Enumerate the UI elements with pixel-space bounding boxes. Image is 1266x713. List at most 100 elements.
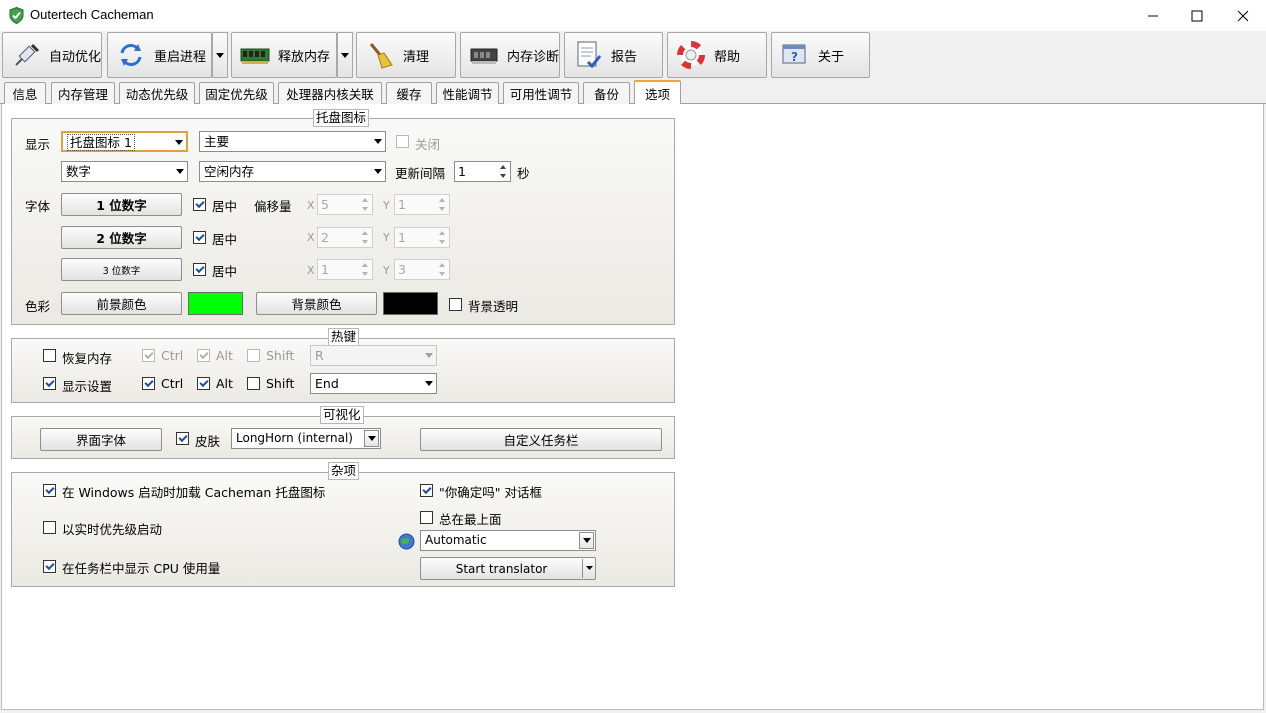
toolbar-button-label: 关于 <box>818 49 845 65</box>
close-button[interactable] <box>1220 0 1266 31</box>
restore-alt-checkbox[interactable] <box>197 349 210 362</box>
transparent-background-checkbox[interactable] <box>449 298 462 311</box>
restart-process-dropdown[interactable] <box>212 32 228 78</box>
spinner-arrows-icon[interactable] <box>436 261 448 278</box>
free-memory-dropdown[interactable] <box>337 32 353 78</box>
free-memory-button[interactable]: 释放内存 <box>231 32 337 78</box>
restore-key-value: R <box>315 348 324 363</box>
settings-shift-checkbox[interactable] <box>247 377 260 390</box>
seconds-unit-label: 秒 <box>517 166 530 181</box>
tab-fixed-priority[interactable]: 固定优先级 <box>199 82 274 104</box>
font-2-digit-button[interactable]: 2 位数字 <box>61 226 182 249</box>
tab-memory-management[interactable]: 内存管理 <box>51 82 115 104</box>
center-2-checkbox[interactable] <box>193 231 206 244</box>
help-button[interactable]: 帮助 <box>667 32 767 78</box>
skin-select[interactable]: LongHorn (internal) <box>231 428 381 449</box>
tray-icon-select[interactable]: 托盘图标 1 <box>61 131 188 152</box>
tab-backup[interactable]: 备份 <box>583 82 630 104</box>
skin-checkbox[interactable] <box>176 432 189 445</box>
tab-info[interactable]: 信息 <box>4 82 46 104</box>
center-1-checkbox[interactable] <box>193 198 206 211</box>
customize-taskbar-button[interactable]: 自定义任务栏 <box>420 428 662 451</box>
y-offset-3-spinner[interactable]: 3 <box>394 259 450 280</box>
x-offset-3-spinner[interactable]: 1 <box>317 259 373 280</box>
always-on-top-checkbox[interactable] <box>420 511 433 524</box>
language-select[interactable]: Automatic <box>420 530 596 551</box>
tab-cache[interactable]: 缓存 <box>386 82 432 104</box>
update-interval-spinner[interactable]: 1 <box>454 161 511 182</box>
start-translator-button[interactable]: Start translator <box>420 557 596 580</box>
chevron-down-icon <box>579 532 594 549</box>
check-icon <box>198 349 209 360</box>
offset-label: 偏移量 <box>254 199 292 214</box>
settings-alt-label: Alt <box>216 376 233 391</box>
y-offset-3-value: 3 <box>398 262 406 277</box>
svg-text:?: ? <box>791 50 798 64</box>
confirm-dialog-checkbox[interactable] <box>420 484 433 497</box>
foreground-color-button[interactable]: 前景颜色 <box>61 292 182 315</box>
restore-shift-checkbox[interactable] <box>247 349 260 362</box>
report-button[interactable]: 报告 <box>564 32 663 78</box>
auto-optimize-button[interactable]: 自动优化 <box>2 32 102 78</box>
settings-alt-checkbox[interactable] <box>197 377 210 390</box>
off-checkbox[interactable] <box>396 135 409 148</box>
display-type-select[interactable]: 数字 <box>61 161 188 182</box>
spinner-arrows-icon[interactable] <box>436 229 448 246</box>
check-icon <box>194 198 205 209</box>
y-offset-1-value: 1 <box>398 197 406 212</box>
settings-ctrl-checkbox[interactable] <box>142 377 155 390</box>
spinner-arrows-icon[interactable] <box>497 163 509 180</box>
color-label: 色彩 <box>25 299 51 314</box>
center-3-checkbox[interactable] <box>193 263 206 276</box>
font-3-digit-button[interactable]: 3 位数字 <box>61 258 182 281</box>
close-icon <box>1237 10 1249 21</box>
y-offset-2-spinner[interactable]: 1 <box>394 227 450 248</box>
ui-font-button[interactable]: 界面字体 <box>40 428 162 451</box>
tab-options[interactable]: 选项 <box>634 80 681 105</box>
maximize-button[interactable] <box>1174 0 1220 31</box>
start-translator-label: Start translator <box>455 561 548 576</box>
tab-usability-tweaks[interactable]: 可用性调节 <box>503 82 579 104</box>
language-select-value: Automatic <box>425 533 487 547</box>
background-color-swatch[interactable] <box>383 292 438 315</box>
spinner-arrows-icon[interactable] <box>359 261 371 278</box>
foreground-color-swatch[interactable] <box>188 292 243 315</box>
realtime-priority-checkbox[interactable] <box>43 521 56 534</box>
x-offset-1-spinner[interactable]: 5 <box>317 194 373 215</box>
toolbar-button-label: 报告 <box>611 49 638 65</box>
tab-cpu-affinity[interactable]: 处理器内核关联 <box>278 82 382 104</box>
y-offset-1-spinner[interactable]: 1 <box>394 194 450 215</box>
chevron-down-icon <box>341 52 349 58</box>
clean-button[interactable]: 清理 <box>356 32 456 78</box>
restore-ctrl-checkbox[interactable] <box>142 349 155 362</box>
title-bar <box>0 0 1266 31</box>
restart-process-button[interactable]: 重启进程 <box>107 32 212 78</box>
check-icon <box>143 377 154 388</box>
about-button[interactable]: ? 关于 <box>771 32 870 78</box>
main-select[interactable]: 主要 <box>199 131 386 152</box>
memory-chip-icon <box>240 40 270 70</box>
memory-diagnostics-button[interactable]: 内存诊断 <box>460 32 560 78</box>
restore-key-select[interactable]: R <box>310 345 437 366</box>
translator-dropdown[interactable] <box>582 559 595 578</box>
spinner-arrows-icon[interactable] <box>359 229 371 246</box>
restore-memory-checkbox[interactable] <box>43 349 56 362</box>
spinner-arrows-icon[interactable] <box>359 196 371 213</box>
show-settings-checkbox[interactable] <box>43 377 56 390</box>
load-tray-checkbox[interactable] <box>43 484 56 497</box>
chevron-down-icon <box>175 140 183 145</box>
display-type-value: 数字 <box>66 164 92 179</box>
x-offset-2-spinner[interactable]: 2 <box>317 227 373 248</box>
cpu-usage-checkbox[interactable] <box>43 560 56 573</box>
tab-dynamic-priority[interactable]: 动态优先级 <box>119 82 195 104</box>
x-offset-2-value: 2 <box>321 230 329 245</box>
tab-performance-tweaks[interactable]: 性能调节 <box>436 82 499 104</box>
settings-key-select[interactable]: End <box>310 373 437 394</box>
syringe-icon <box>11 40 41 70</box>
data-source-select[interactable]: 空闲内存 <box>199 161 386 182</box>
spinner-arrows-icon[interactable] <box>436 196 448 213</box>
x-2-label: X <box>307 231 315 244</box>
font-1-digit-button[interactable]: 1 位数字 <box>61 193 182 216</box>
minimize-button[interactable] <box>1130 0 1176 31</box>
background-color-button[interactable]: 背景颜色 <box>256 292 377 315</box>
